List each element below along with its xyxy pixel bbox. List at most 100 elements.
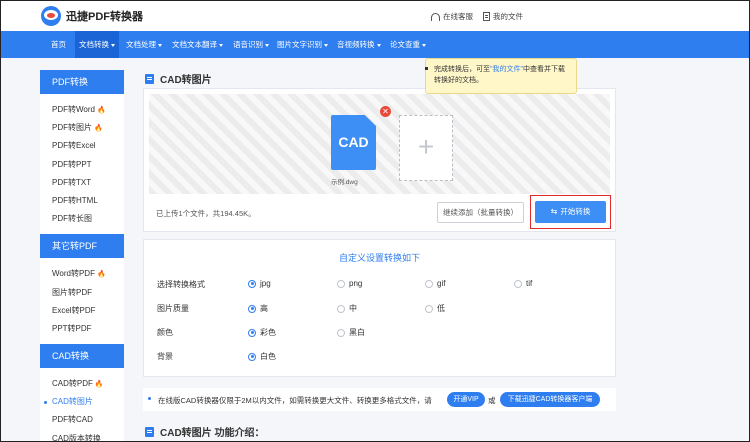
sidebar: PDF转换 PDF转Word 🔥 PDF转图片 🔥 PDF转Excel PDF转PP… (40, 70, 124, 442)
sidebar-group-cad-convert: CAD转换 (40, 344, 124, 369)
format-row: 选择转换格式 jpg png gif tif (157, 279, 607, 291)
plus-icon: + (417, 131, 435, 162)
background-row: 背景 白色 (157, 351, 607, 363)
my-files-label: 我的文件 (493, 12, 523, 21)
chevron-down-icon (158, 43, 162, 47)
fire-icon: 🔥 (96, 107, 106, 114)
fire-icon: 🔥 (94, 125, 103, 133)
start-convert-button[interactable]: ⇆ 开始转换 (535, 201, 606, 223)
add-file-button[interactable]: + (399, 115, 453, 181)
radio-icon (248, 328, 256, 337)
file-dropzone[interactable]: CAD ✕ 示例.dwg + (149, 94, 610, 194)
sidebar-item-pdf-to-word[interactable]: PDF转Word 🔥 (40, 101, 124, 119)
radio-icon (337, 279, 345, 288)
nav-home[interactable]: 首页 (47, 31, 70, 58)
radio-icon (425, 304, 433, 313)
top-header: 迅捷PDF转换器 在线客服 我的文件 (1, 1, 749, 31)
sidebar-group-pdf-convert: PDF转换 (40, 70, 124, 94)
format-option-jpg[interactable]: jpg (248, 279, 271, 288)
my-files-link[interactable]: 我的文件 (483, 11, 523, 22)
chevron-down-icon (265, 43, 269, 47)
file-name: 示例.dwg (331, 179, 358, 186)
background-label: 背景 (157, 352, 173, 361)
sidebar-item-pdf-to-long-image[interactable]: PDF转长图 (40, 210, 124, 228)
logo-text: 迅捷PDF转换器 (66, 11, 143, 23)
document-icon (145, 426, 154, 437)
chevron-down-icon (219, 43, 223, 47)
sidebar-item-excel-to-pdf[interactable]: Excel转PDF (40, 302, 124, 320)
fire-icon: 🔥 (94, 381, 104, 389)
nav-speech-recognition[interactable]: 语音识别 (229, 31, 273, 58)
radio-icon (425, 279, 433, 288)
upload-status: 已上传1个文件，共194.45K。 (156, 209, 256, 218)
radio-icon (514, 279, 522, 288)
settings-title: 自定义设置转换如下 (338, 253, 420, 263)
my-files-tooltip: 完成转换后，可至"我的文件"中查看并下载转换好的文档。 (425, 58, 577, 94)
size-limit-notice: 在线版CAD转换器仅限于2M以内文件，如需转换更大文件、转换更多格式文件，请 开… (143, 388, 616, 411)
quality-option-low[interactable]: 低 (425, 303, 445, 314)
sidebar-item-pdf-to-txt[interactable]: PDF转TXT (40, 174, 124, 192)
cad-file-icon: CAD (331, 115, 376, 170)
headset-icon (431, 12, 440, 21)
format-option-png[interactable]: png (337, 279, 362, 288)
notice-or-text: 或 (488, 396, 496, 405)
color-option-color[interactable]: 彩色 (248, 327, 276, 338)
fire-icon: 🔥 (96, 271, 106, 279)
swap-icon: ⇆ (550, 207, 558, 216)
format-option-gif[interactable]: gif (425, 279, 445, 288)
settings-card: 自定义设置转换如下 选择转换格式 jpg png gif tif 图片质量 高 … (143, 239, 616, 377)
radio-icon (337, 328, 345, 337)
document-icon (145, 73, 154, 84)
radio-icon (248, 279, 256, 288)
sidebar-item-cad-to-image[interactable]: CAD转图片 (40, 393, 124, 411)
radio-icon (248, 304, 256, 313)
chevron-down-icon (376, 43, 381, 47)
sidebar-item-word-to-pdf[interactable]: Word转PDF 🔥 (40, 265, 124, 283)
radio-icon (248, 352, 256, 361)
quality-label: 图片质量 (157, 304, 189, 313)
nav-document-convert[interactable]: 文档转换 (75, 31, 119, 58)
continue-add-button[interactable]: 继续添加（批量转换） (437, 202, 524, 223)
color-option-bw[interactable]: 黑白 (337, 327, 365, 338)
sidebar-item-pdf-to-cad[interactable]: PDF转CAD (40, 411, 124, 429)
upload-card: CAD ✕ 示例.dwg + 已上传1个文件，共194.45K。 继续添加（批量… (143, 88, 616, 232)
sidebar-item-cad-to-pdf[interactable]: CAD转PDF 🔥 (40, 375, 124, 393)
sidebar-item-image-to-pdf[interactable]: 图片转PDF (40, 284, 124, 302)
page-title: CAD转图片 (145, 71, 212, 86)
chevron-down-icon (111, 43, 115, 47)
format-label: 选择转换格式 (157, 280, 205, 289)
sidebar-item-pdf-to-image[interactable]: PDF转图片 🔥 (40, 119, 124, 137)
document-icon (483, 12, 490, 21)
main-nav: 首页 文档转换 文档处理 文档文本翻译 语音识别 图片文字识别 音视频转换 论文… (1, 31, 749, 94)
nav-image-ocr[interactable]: 图片文字识别 (273, 31, 332, 58)
sidebar-item-cad-version-convert[interactable]: CAD版本转换 (40, 430, 124, 442)
sidebar-item-ppt-to-pdf[interactable]: PPT转PDF (40, 320, 124, 338)
intro-title: CAD转图片 功能介绍： (145, 424, 264, 439)
color-row: 颜色 彩色 黑白 (157, 327, 607, 339)
bullet-icon (148, 397, 151, 400)
chevron-down-icon (422, 43, 426, 47)
online-service-link[interactable]: 在线客服 (431, 11, 473, 22)
nav-translation[interactable]: 文档文本翻译 (168, 31, 227, 58)
logo[interactable]: 迅捷PDF转换器 (41, 6, 143, 26)
format-option-tif[interactable]: tif (514, 279, 532, 288)
radio-icon (337, 304, 345, 313)
color-label: 颜色 (157, 328, 173, 337)
download-client-button[interactable]: 下载迅捷CAD转换器客户端 (500, 392, 600, 407)
sidebar-item-pdf-to-ppt[interactable]: PDF转PPT (40, 156, 124, 174)
nav-document-process[interactable]: 文档处理 (122, 31, 166, 58)
logo-icon (41, 6, 61, 26)
online-service-label: 在线客服 (443, 12, 473, 21)
quality-row: 图片质量 高 中 低 (157, 303, 607, 315)
nav-av-convert[interactable]: 音视频转换 (333, 31, 385, 58)
quality-option-medium[interactable]: 中 (337, 303, 357, 314)
open-vip-button[interactable]: 开通VIP (447, 392, 485, 407)
chevron-down-icon (324, 43, 328, 47)
nav-plagiarism-check[interactable]: 论文查重 (386, 31, 430, 58)
quality-option-high[interactable]: 高 (248, 303, 268, 314)
sidebar-item-pdf-to-excel[interactable]: PDF转Excel (40, 137, 124, 155)
sidebar-item-pdf-to-html[interactable]: PDF转HTML (40, 192, 124, 210)
sidebar-group-other-to-pdf: 其它转PDF (40, 234, 124, 259)
background-option-white[interactable]: 白色 (248, 351, 276, 362)
remove-file-icon[interactable]: ✕ (380, 106, 391, 117)
